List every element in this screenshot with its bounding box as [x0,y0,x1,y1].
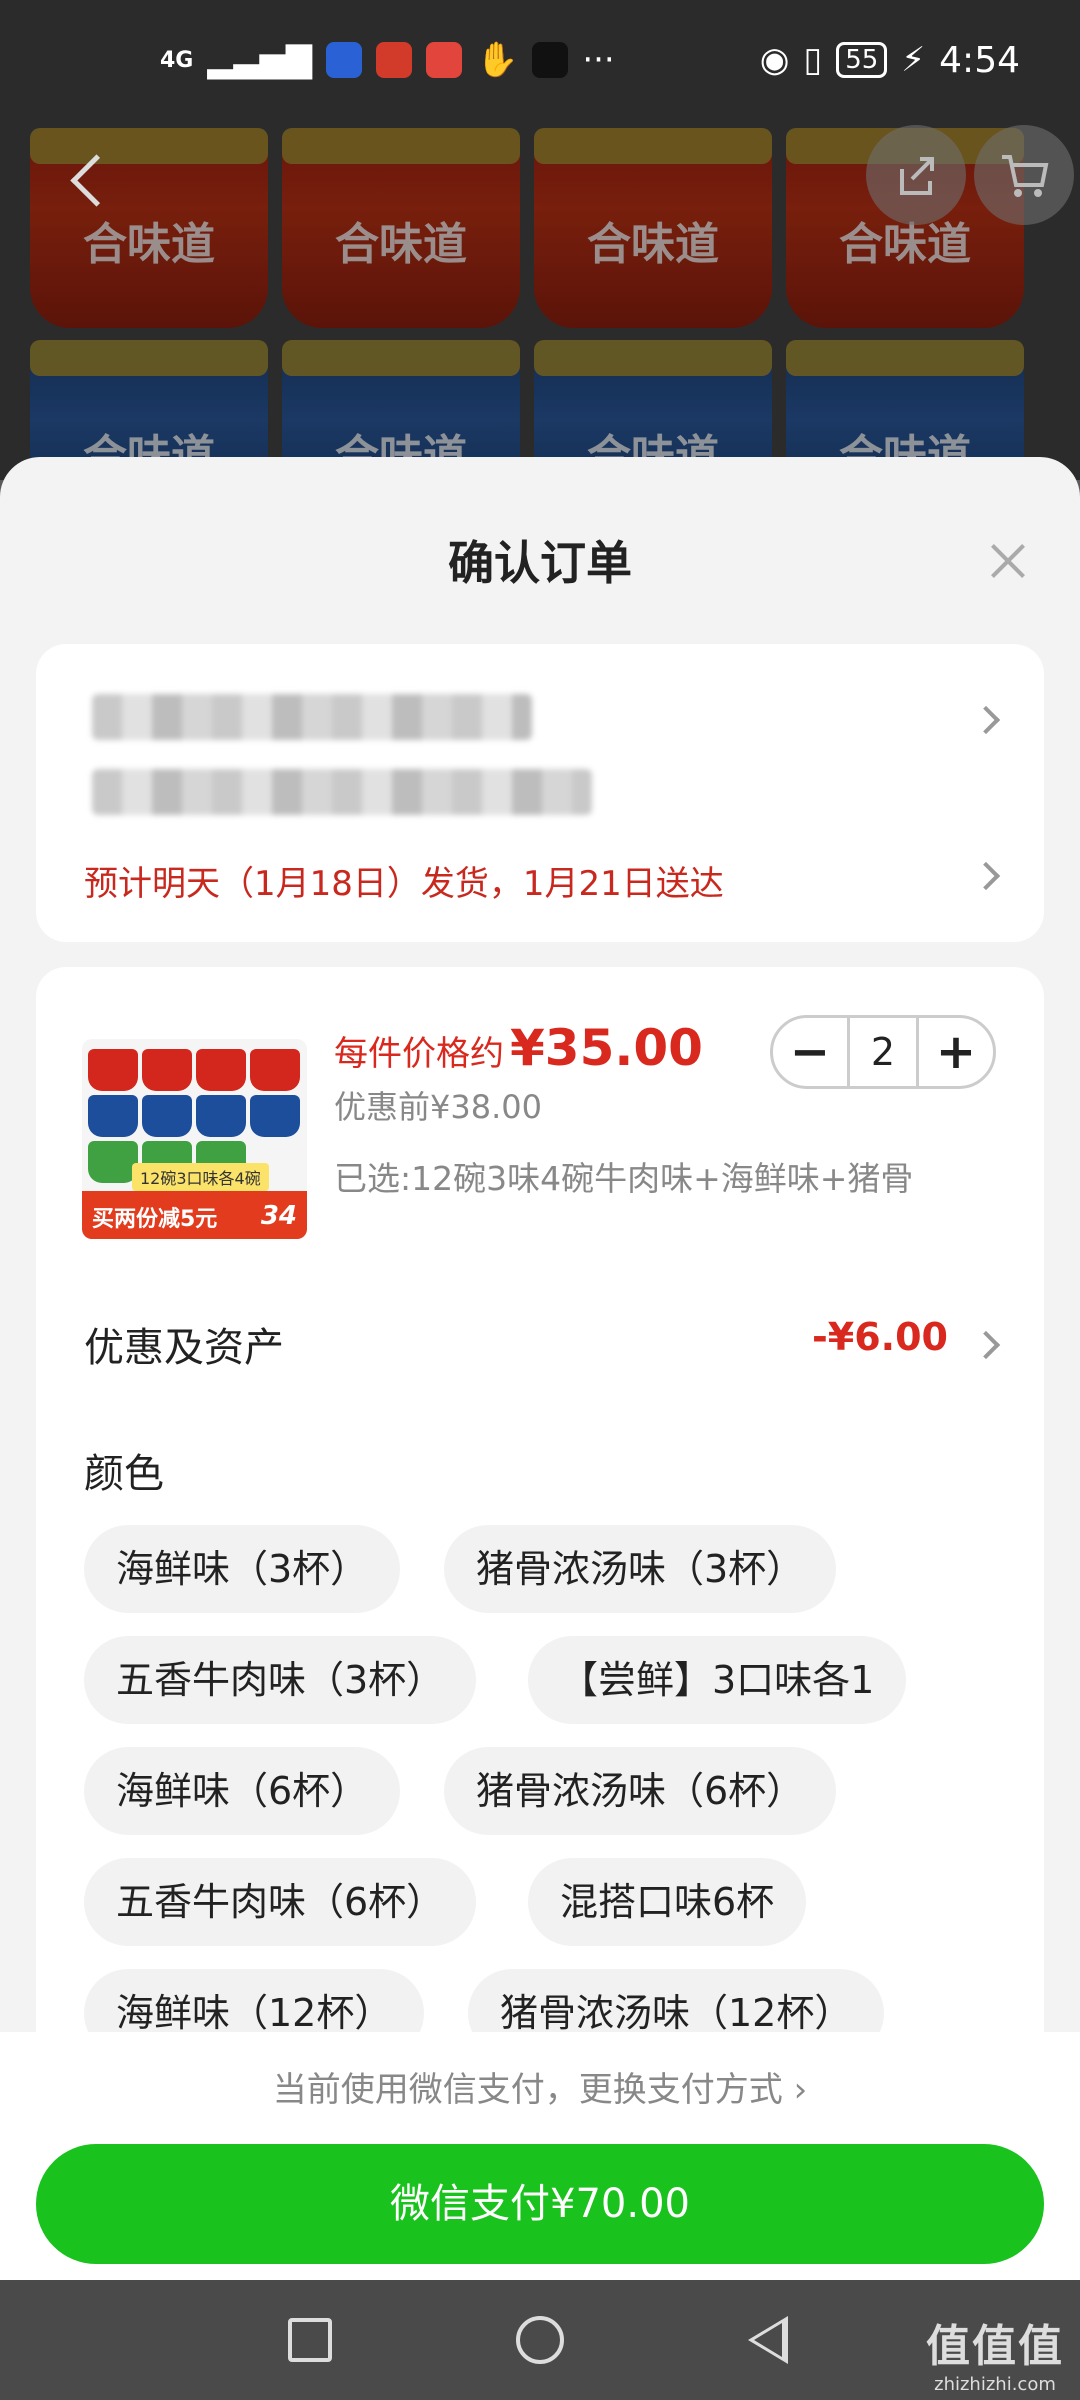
price-label: 每件价格约 [334,1034,504,1074]
home-icon[interactable] [516,2316,564,2364]
battery-indicator: 55 [836,42,888,78]
close-icon[interactable] [986,539,1030,583]
recent-apps-icon[interactable] [288,2318,332,2362]
original-price: 优惠前¥38.00 [334,1088,542,1126]
status-bar: 4G ▂▃▅▇ ✋ ··· ◉ ▯ 55 ⚡ 4:54 [0,0,1080,120]
address-name-redacted [92,694,532,740]
clock: 4:54 [939,39,1020,81]
unit-price: 每件价格约 ¥35.00 [334,1019,703,1077]
hand-icon: ✋ [475,40,519,80]
confirm-order-sheet: 确认订单 预计明天（1月18日）发货，1月21日送达 12碗3口味各4碗 买两份… [0,457,1080,2280]
cart-icon [1002,155,1049,197]
color-label: 颜色 [84,1451,164,1497]
cart-button[interactable] [974,125,1074,225]
quantity-value[interactable]: 2 [847,1018,919,1086]
color-option[interactable]: 【尝鲜】3口味各1 [528,1636,907,1724]
promo-value[interactable]: -¥6.00 [812,1315,948,1359]
change-payment-link[interactable]: 当前使用微信支付，更换支付方式 › [0,2062,1080,2111]
system-nav-bar: 值值值 zhizhizhi.com [0,2280,1080,2400]
baidu-app-icon [325,42,362,78]
huawei-app-icon [425,42,462,78]
address-card[interactable]: 预计明天（1月18日）发货，1月21日送达 [36,644,1044,942]
chevron-right-icon[interactable] [971,1330,1001,1360]
eye-icon: ◉ [759,40,790,80]
payment-footer: 当前使用微信支付，更换支付方式 › 微信支付¥70.00 [0,2032,1080,2280]
network-indicator: 4G [160,47,194,73]
charging-icon: ⚡ [901,40,926,80]
app-icon [375,42,412,78]
decrease-button[interactable]: − [773,1018,847,1086]
increase-button[interactable]: + [919,1018,993,1086]
share-button[interactable] [866,125,966,225]
signal-icon: ▂▃▅▇ [207,40,312,80]
chevron-right-icon [971,861,1001,891]
tiktok-app-icon [532,42,569,78]
share-icon [900,157,934,195]
back-button[interactable] [60,150,120,210]
color-option[interactable]: 五香牛肉味（3杯） [84,1636,477,1724]
quantity-stepper: − 2 + [770,1015,996,1089]
vibrate-icon: ▯ [803,40,823,80]
wechat-pay-button[interactable]: 微信支付¥70.00 [36,2144,1044,2264]
price-value: ¥35.00 [510,1019,703,1077]
color-option[interactable]: 海鲜味（6杯） [84,1747,401,1835]
color-option[interactable]: 海鲜味（3杯） [84,1525,401,1613]
color-option[interactable]: 混搭口味6杯 [528,1858,807,1946]
sheet-title: 确认订单 [448,536,632,590]
selected-spec[interactable]: 已选:12碗3味4碗牛肉味+海鲜味+猪骨 [334,1152,913,1200]
back-icon[interactable] [748,2316,788,2364]
more-notifications-icon: ··· [582,40,615,80]
delivery-estimate: 预计明天（1月18日）发货，1月21日送达 [84,864,724,904]
watermark: 值值值 zhizhizhi.com [926,2321,1064,2395]
color-option[interactable]: 猪骨浓汤味（3杯） [444,1525,837,1613]
color-option[interactable]: 五香牛肉味（6杯） [84,1858,477,1946]
address-detail-redacted [92,769,592,815]
promo-label[interactable]: 优惠及资产 [84,1315,284,1373]
chevron-right-icon [971,705,1001,735]
product-thumbnail: 12碗3口味各4碗 买两份减5元 34 [82,1039,307,1239]
color-option[interactable]: 猪骨浓汤味（6杯） [444,1747,837,1835]
